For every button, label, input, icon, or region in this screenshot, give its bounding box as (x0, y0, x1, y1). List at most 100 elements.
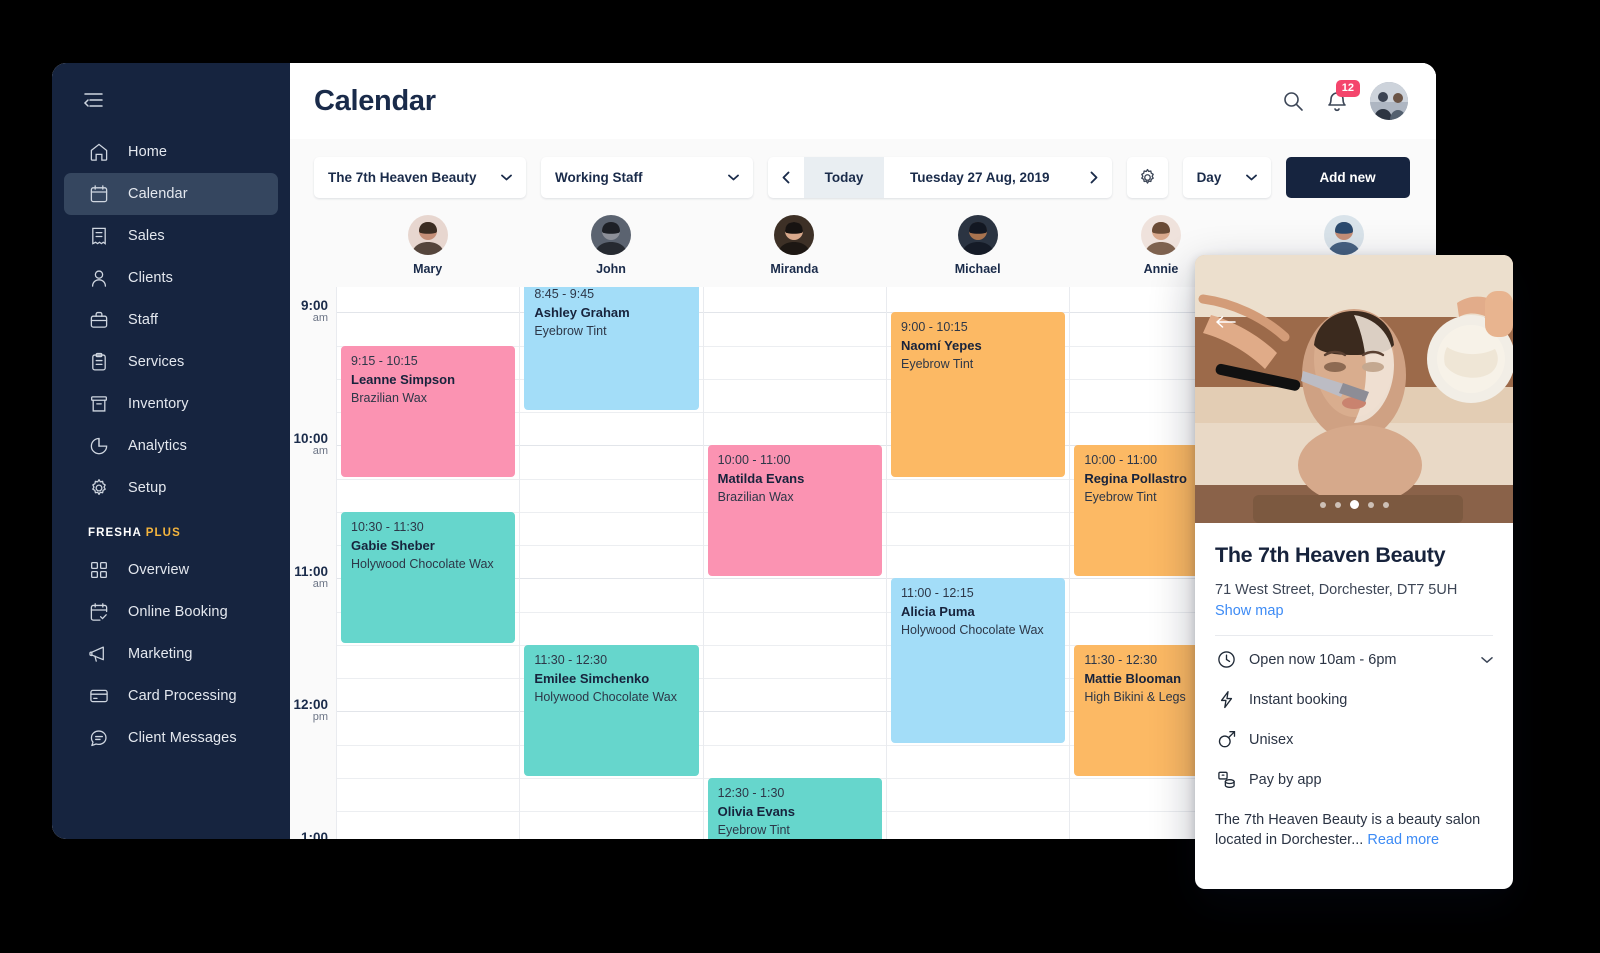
staff-day-column[interactable]: 9:15 - 10:15 Leanne Simpson Brazilian Wax 1… (336, 287, 520, 839)
current-date-label[interactable]: Tuesday 27 Aug, 2019 (884, 157, 1076, 198)
sidebar-item-client-messages[interactable]: Client Messages (64, 717, 278, 759)
carousel-dot[interactable] (1382, 501, 1389, 508)
appointment-service: Brazilian Wax (351, 390, 427, 405)
sidebar-item-marketing[interactable]: Marketing (64, 633, 278, 675)
chevron-down-icon[interactable] (1481, 656, 1493, 664)
sidebar-item-label: Inventory (128, 396, 189, 412)
grid-line (337, 777, 520, 779)
appointment-time: 10:30 - 11:30 (351, 519, 424, 534)
view-mode-value: Day (1196, 169, 1222, 185)
appointment-client: Olivia Evans (717, 803, 795, 819)
mars-icon (1215, 730, 1237, 749)
today-button[interactable]: Today (804, 156, 884, 198)
staff-day-column[interactable]: 10:00 - 11:00 Matilda Evans Brazilian Wax 1… (702, 287, 886, 839)
avatar[interactable] (1140, 215, 1181, 255)
next-day-button[interactable] (1076, 157, 1112, 198)
sidebar-item-services[interactable]: Services (64, 341, 278, 383)
avatar[interactable] (590, 215, 631, 255)
venue-feature-row: Pay by app (1215, 760, 1493, 800)
grid-line (703, 644, 886, 646)
appointment-block[interactable]: 11:30 - 12:30 Emilee Simchenko Holywood Ch… (524, 644, 699, 776)
staff-day-column[interactable]: 9:00 - 10:15 Naomí Yepes Eyebrow Tint 11:00… (885, 287, 1070, 839)
appointment-block[interactable]: 9:00 - 10:15 Naomí Yepes Eyebrow Tint (890, 312, 1066, 477)
sidebar-item-analytics[interactable]: Analytics (64, 425, 278, 467)
chevron-down-icon (712, 174, 739, 181)
sidebar-item-label: Sales (128, 228, 165, 244)
sidebar-item-sales[interactable]: Sales (64, 215, 278, 257)
view-mode-select[interactable]: Day (1182, 156, 1271, 198)
staff-column-header[interactable]: Miranda (703, 215, 886, 287)
venue-select[interactable]: The 7th Heaven Beauty (314, 156, 526, 198)
grid-line (337, 478, 520, 480)
staff-column-header[interactable]: Michael (886, 215, 1069, 287)
sidebar-item-home[interactable]: Home (64, 131, 278, 173)
avatar[interactable] (957, 215, 998, 255)
search-icon[interactable] (1282, 90, 1304, 112)
carousel-dot[interactable] (1349, 500, 1359, 509)
appointment-block[interactable]: 10:30 - 11:30 Gabie Sheber Holywood Chocol… (341, 511, 516, 643)
appointment-service: Holywood Chocolate Wax (534, 689, 677, 704)
venue-photo (1195, 255, 1513, 523)
grid-line (520, 578, 703, 580)
appointment-service: Eyebrow Tint (900, 357, 974, 372)
back-arrow-icon[interactable] (1213, 309, 1239, 335)
sidebar-item-calendar[interactable]: Calendar (64, 173, 278, 215)
read-more-link[interactable]: Read more (1367, 832, 1439, 848)
sidebar-item-setup[interactable]: Setup (64, 467, 278, 509)
sidebar-item-clients[interactable]: Clients (64, 257, 278, 299)
venue-card-body: The 7th Heaven Beauty 71 West Street, Do… (1195, 523, 1513, 851)
staff-column-header[interactable]: Mary (336, 215, 519, 287)
calendar-check-icon (88, 602, 109, 623)
carousel-dot[interactable] (1319, 501, 1326, 508)
grid-line (703, 412, 886, 413)
time-hour: 1:00 (300, 830, 328, 839)
sidebar-item-online-booking[interactable]: Online Booking (64, 591, 278, 633)
show-map-link[interactable]: Show map (1215, 603, 1284, 619)
appointment-block[interactable]: 12:30 - 1:30 Olivia Evans Eyebrow Tint (707, 777, 882, 839)
appointment-service: Eyebrow Tint (717, 822, 790, 837)
staff-column-header[interactable]: John (519, 215, 702, 287)
appointment-client: Matilda Evans (717, 471, 805, 487)
staff-day-column[interactable]: 8:45 - 9:45 Ashley Graham Eyebrow Tint 11:3… (519, 287, 703, 839)
collapse-sidebar-icon[interactable] (76, 85, 110, 115)
avatar[interactable] (1370, 82, 1408, 120)
grid-line (520, 478, 703, 480)
grid-line (703, 678, 886, 679)
sidebar-item-staff[interactable]: Staff (64, 299, 278, 341)
bell-icon[interactable]: 12 (1326, 79, 1360, 113)
page-title: Calendar (314, 84, 436, 117)
calendar-settings-button[interactable] (1126, 156, 1168, 198)
carousel-dot[interactable] (1334, 501, 1341, 508)
gear-icon (88, 478, 109, 499)
megaphone-icon (88, 644, 109, 665)
sidebar-item-card-processing[interactable]: Card Processing (64, 675, 278, 717)
time-meridiem: pm (312, 711, 328, 724)
gear-icon (1138, 168, 1157, 187)
appointment-block[interactable]: 9:15 - 10:15 Leanne Simpson Brazilian Wax (341, 345, 516, 477)
grid-line (703, 744, 886, 746)
appointment-block[interactable]: 10:00 - 11:00 Matilda Evans Brazilian Wax (707, 445, 882, 577)
sidebar-item-inventory[interactable]: Inventory (64, 383, 278, 425)
appointment-block[interactable]: 8:45 - 9:45 Ashley Graham Eyebrow Tint (524, 287, 699, 410)
staff-filter-select[interactable]: Working Staff (541, 156, 753, 198)
time-label: 11:00 am (294, 565, 328, 591)
avatar[interactable] (407, 215, 448, 255)
grid-line (886, 511, 1070, 513)
person-icon (88, 268, 109, 289)
carousel-dot[interactable] (1367, 501, 1374, 508)
chevron-down-icon (485, 174, 512, 181)
avatar[interactable] (1324, 215, 1365, 255)
appointment-service: Holywood Chocolate Wax (900, 623, 1044, 638)
add-new-button[interactable]: Add new (1285, 156, 1410, 198)
venue-feature-row[interactable]: Open now 10am - 6pm (1215, 640, 1493, 680)
appointment-client: Alicia Puma (900, 604, 975, 620)
sidebar-item-label: Services (128, 354, 185, 370)
sidebar-item-overview[interactable]: Overview (64, 549, 278, 591)
sidebar-item-label: Client Messages (128, 730, 237, 746)
prev-day-button[interactable] (768, 157, 804, 198)
sidebar-item-label: Setup (128, 480, 167, 496)
appointment-block[interactable]: 11:00 - 12:15 Alicia Puma Holywood Chocola… (890, 578, 1066, 743)
grid-line (337, 744, 520, 746)
avatar[interactable] (774, 215, 815, 255)
venue-feature-row: Instant booking (1215, 680, 1493, 720)
